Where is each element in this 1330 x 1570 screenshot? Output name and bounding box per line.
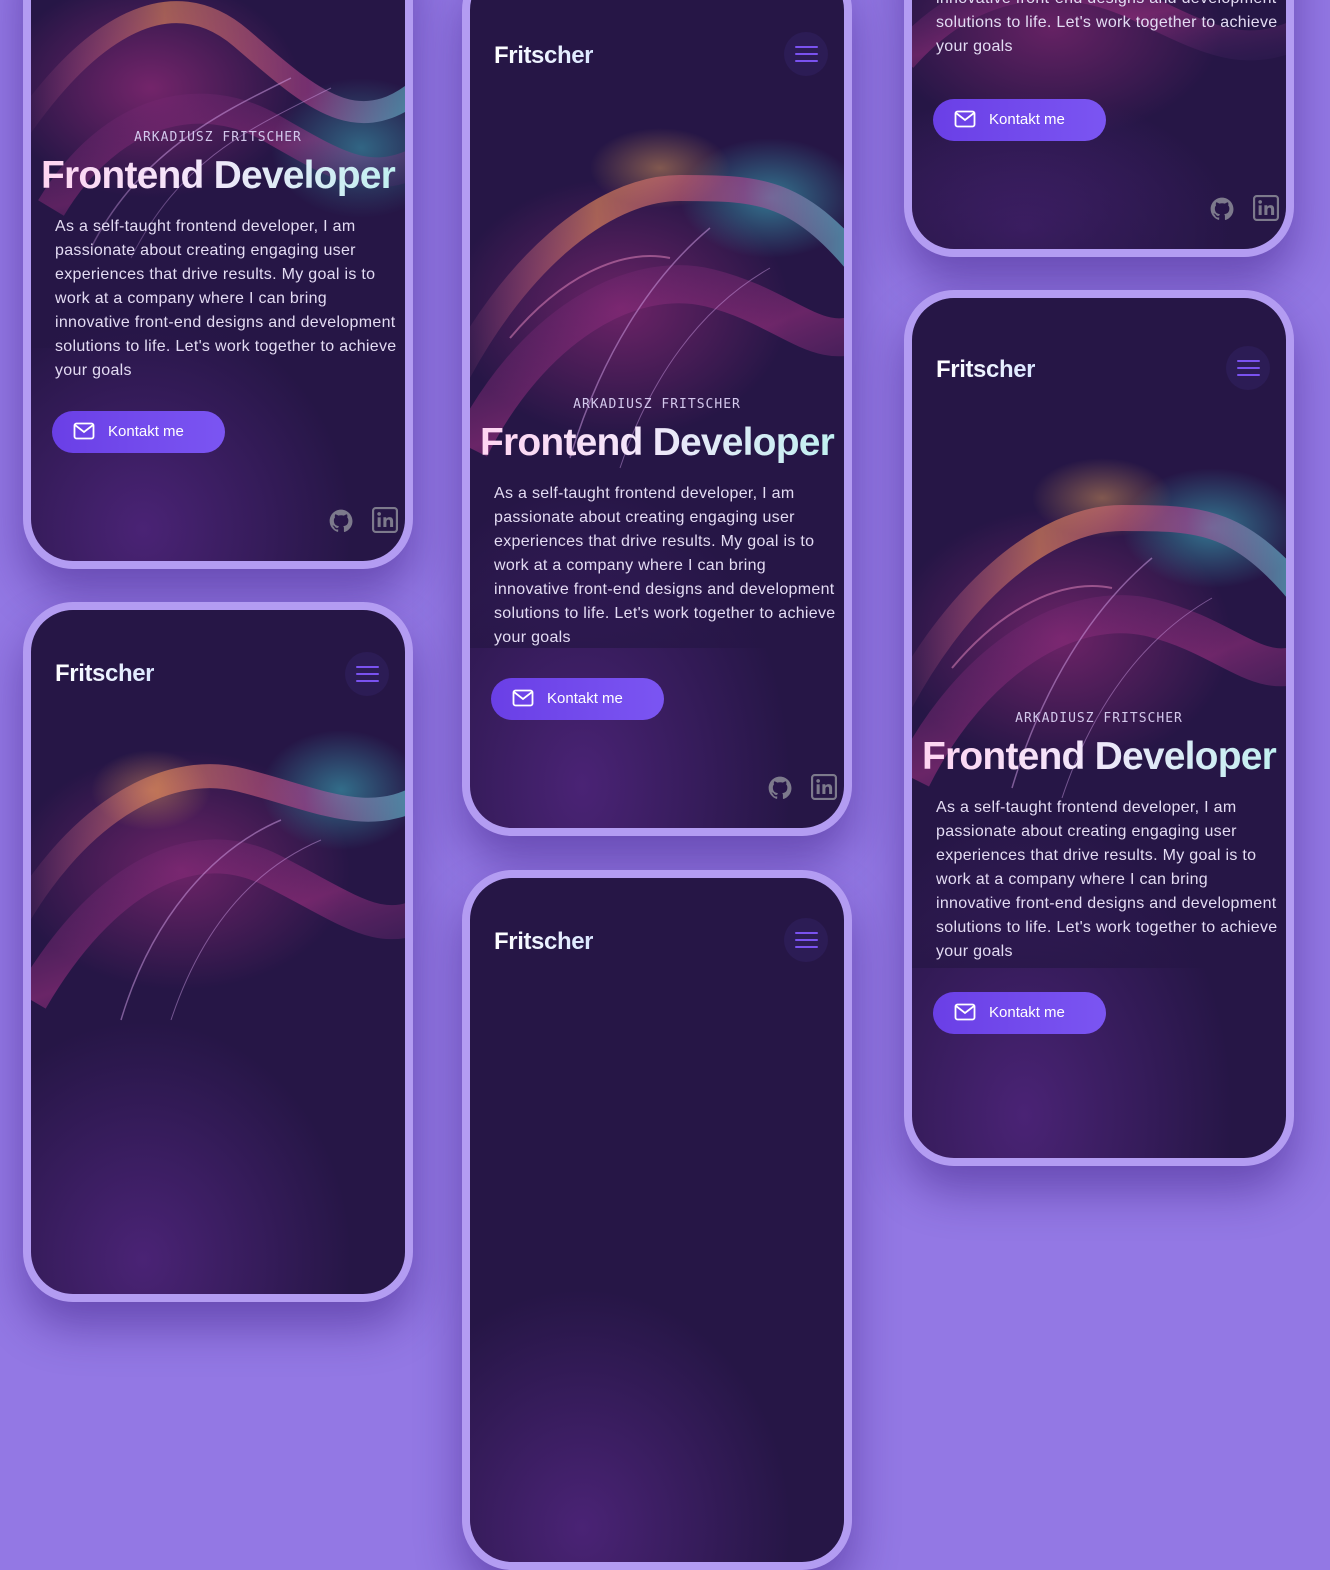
menu-button[interactable] [1226, 346, 1270, 390]
contact-button[interactable]: Kontakt me [52, 411, 225, 453]
hero-eyebrow: ARKADIUSZ FRITSCHER [1015, 711, 1183, 726]
mail-icon [954, 110, 976, 132]
hero-headline: Frontend Developer [470, 421, 844, 465]
abstract-ribbon-artwork [31, 730, 405, 1021]
menu-button[interactable] [784, 918, 828, 962]
mail-icon [73, 422, 95, 444]
linkedin-icon[interactable] [1253, 195, 1279, 221]
menu-button[interactable] [784, 32, 828, 76]
mail-icon [512, 689, 534, 711]
hero-intro-text: innovative front-end designs and develop… [936, 0, 1278, 55]
hero-eyebrow: ARKADIUSZ FRITSCHER [573, 397, 741, 412]
phone-mockup-3: Fritscher ARKADIUSZ FRITSCHER Frontend D… [462, 0, 852, 836]
contact-button-label: Kontakt me [989, 111, 1065, 128]
github-icon[interactable] [1209, 196, 1235, 222]
contact-button-label: Kontakt me [547, 690, 623, 707]
hero-headline: Frontend Developer [31, 154, 405, 198]
hero-intro-text: As a self-taught frontend developer, I a… [494, 485, 836, 646]
brand-logo[interactable]: Fritscher [55, 660, 155, 688]
hero-intro-text: As a self-taught frontend developer, I a… [55, 218, 397, 379]
contact-button[interactable]: Kontakt me [933, 99, 1106, 141]
contact-button[interactable]: Kontakt me [491, 678, 664, 720]
contact-button-label: Kontakt me [108, 423, 184, 440]
brand-logo[interactable]: Fritscher [494, 42, 594, 70]
brand-logo[interactable]: Fritscher [494, 928, 594, 956]
github-icon[interactable] [328, 508, 354, 534]
phone-mockup-4: Fritscher [462, 870, 852, 1570]
hero-eyebrow: ARKADIUSZ FRITSCHER [134, 130, 302, 145]
contact-button-label: Kontakt me [989, 1004, 1065, 1021]
linkedin-icon[interactable] [811, 774, 837, 800]
hero-headline: Frontend Developer [912, 735, 1286, 779]
github-icon[interactable] [767, 775, 793, 801]
brand-logo[interactable]: Fritscher [936, 356, 1036, 384]
phone-mockup-5: innovative front-end designs and develop… [904, 0, 1294, 257]
mail-icon [954, 1003, 976, 1025]
menu-button[interactable] [345, 652, 389, 696]
phone-mockup-6: Fritscher ARKADIUSZ FRITSCHER Frontend D… [904, 290, 1294, 1166]
linkedin-icon[interactable] [372, 507, 398, 533]
contact-button[interactable]: Kontakt me [933, 992, 1106, 1034]
hero-intro-text: As a self-taught frontend developer, I a… [936, 799, 1278, 960]
phone-mockup-1: ARKADIUSZ FRITSCHER Frontend Developer A… [23, 0, 413, 569]
phone-mockup-2: Fritscher [23, 602, 413, 1302]
